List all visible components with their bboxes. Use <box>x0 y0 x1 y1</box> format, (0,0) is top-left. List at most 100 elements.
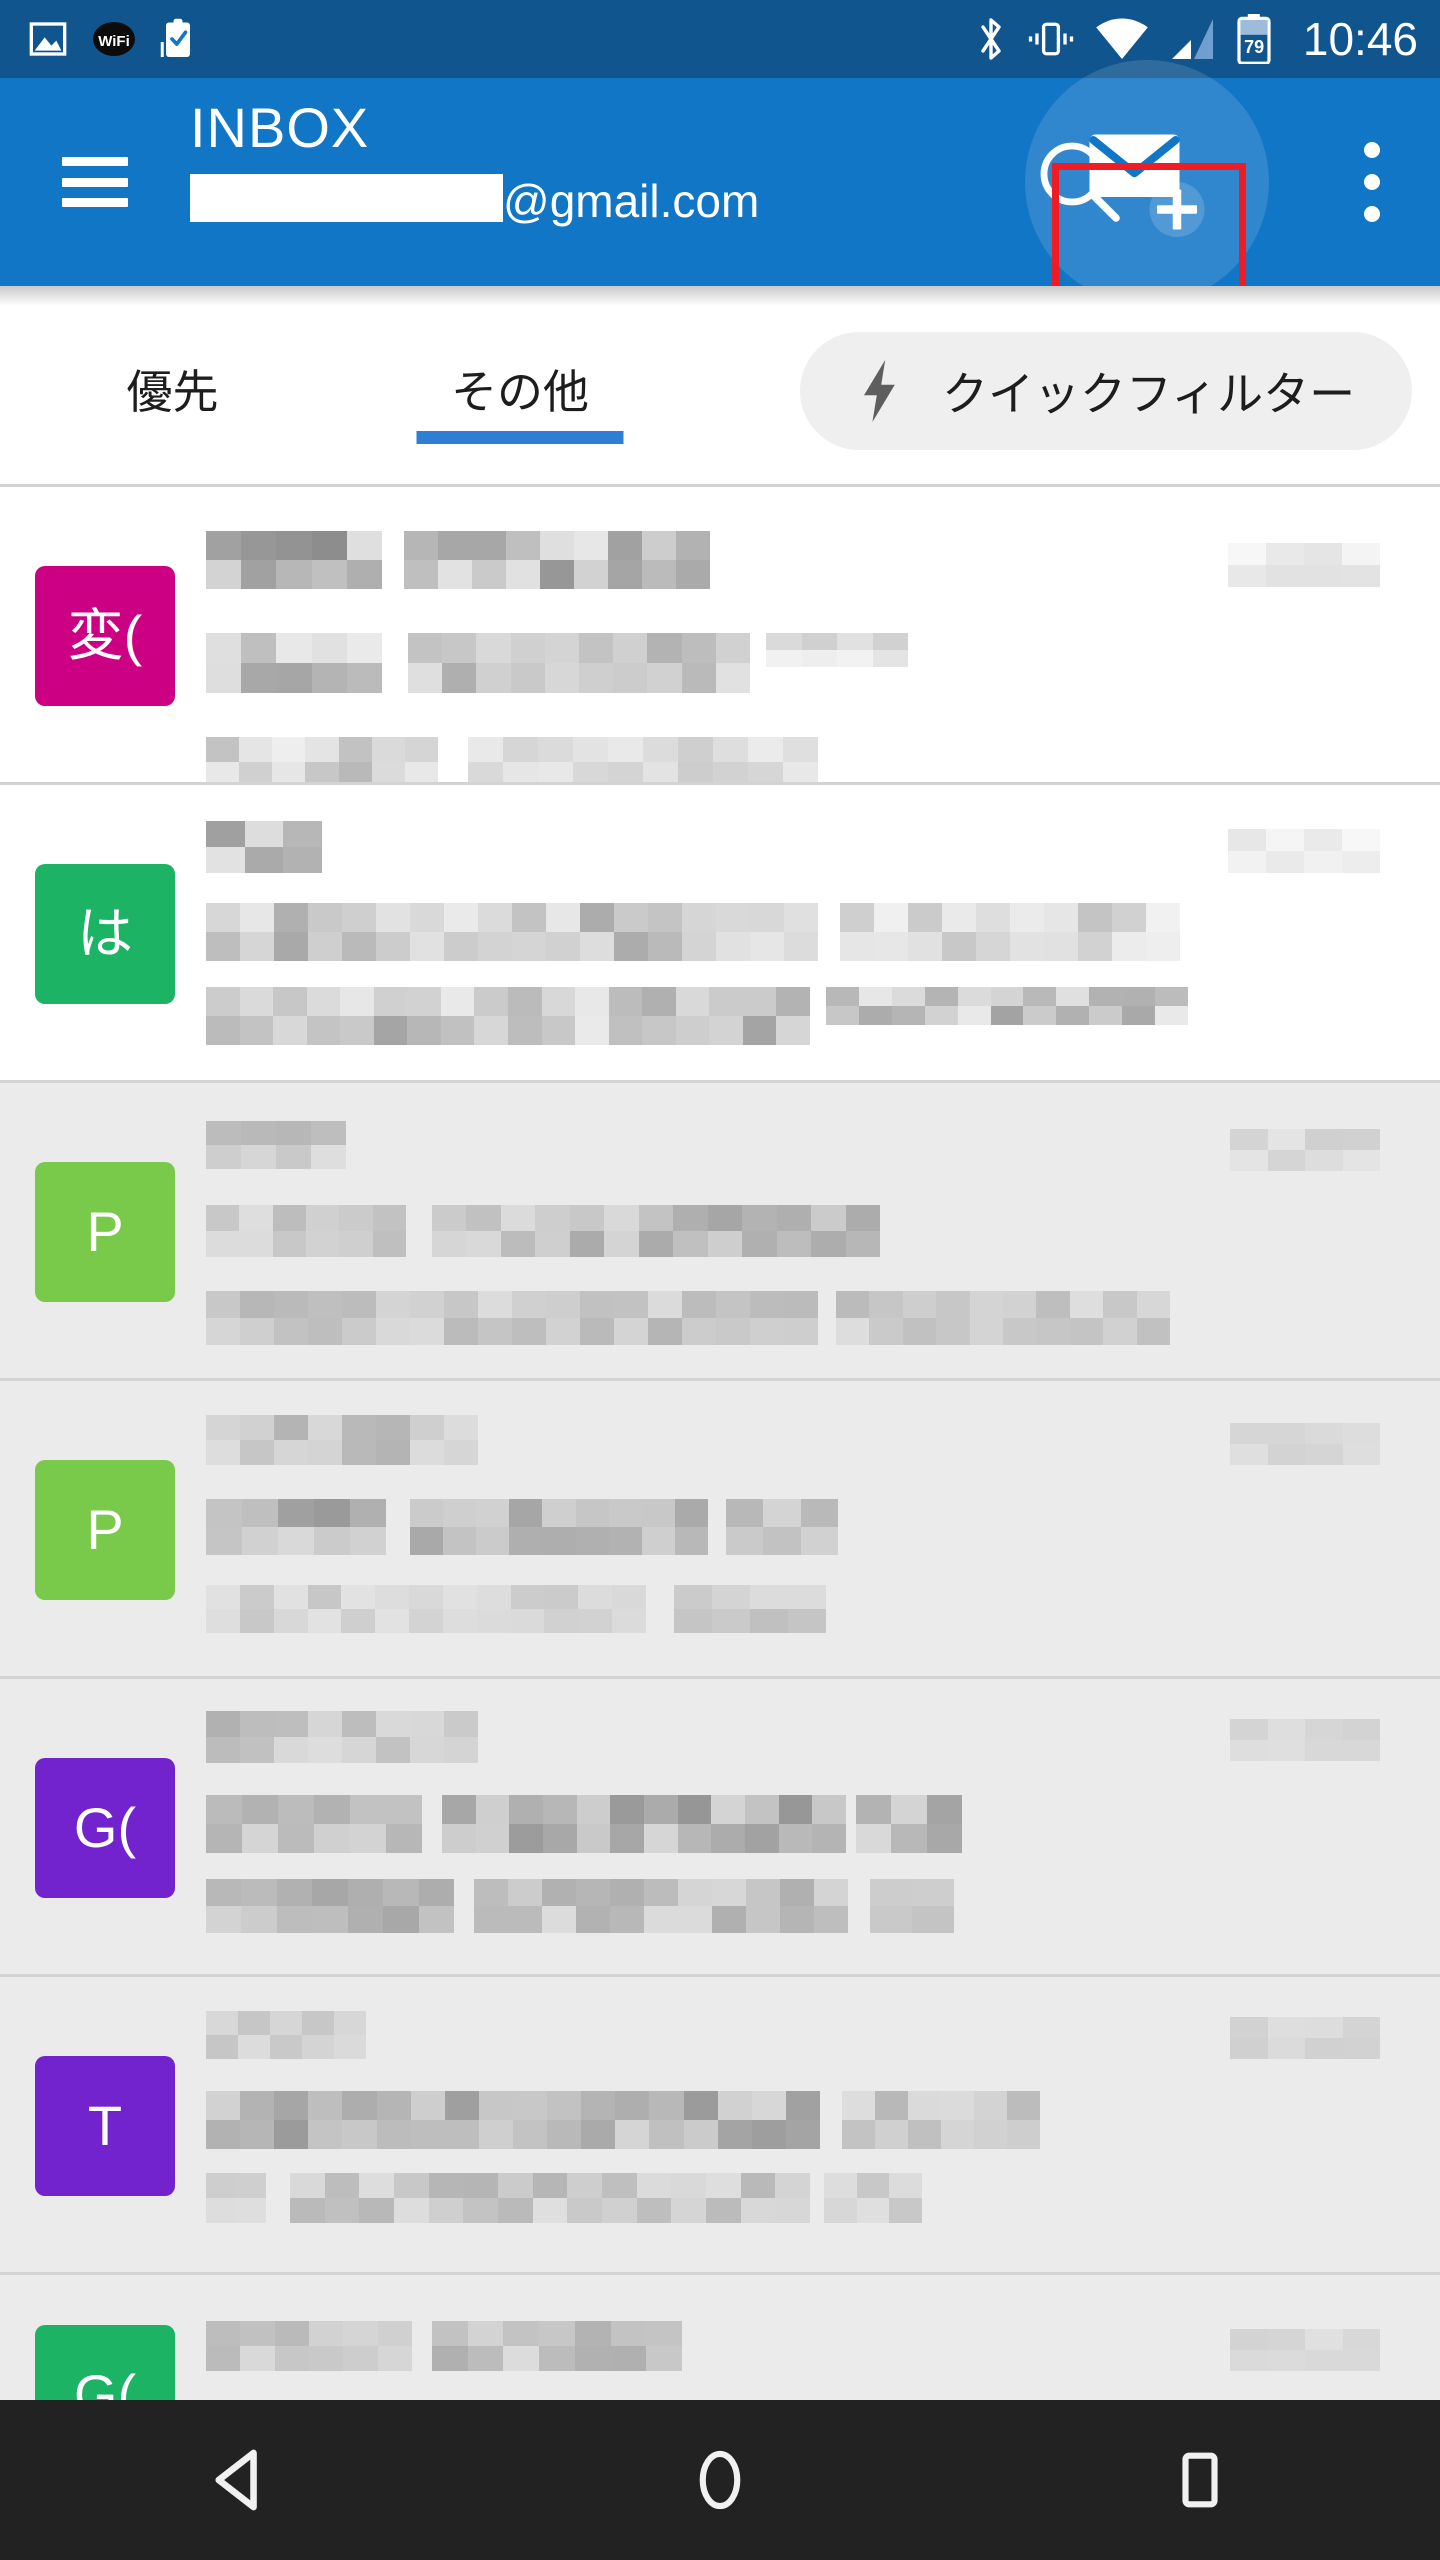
overflow-dot <box>1364 142 1380 158</box>
redacted-text-block <box>432 2321 682 2371</box>
android-navigation-bar <box>0 2400 1440 2560</box>
bluetooth-icon <box>981 18 1001 60</box>
redacted-text-block <box>726 1499 838 1555</box>
image-icon <box>29 22 67 56</box>
redacted-timestamp <box>1228 543 1380 587</box>
redacted-text-block <box>474 1879 848 1933</box>
app-bar: INBOX @gmail.com <box>0 60 1440 305</box>
redacted-text-block <box>206 1499 386 1555</box>
email-list-item[interactable]: P <box>0 1080 1440 1378</box>
back-button[interactable] <box>140 2400 340 2560</box>
compose-button[interactable] <box>1025 60 1269 304</box>
battery-level-text: 79 <box>1244 37 1264 57</box>
svg-text:WiFi: WiFi <box>98 33 130 50</box>
redacted-text-block <box>206 2321 412 2371</box>
tab-indicator <box>416 431 624 444</box>
tab-focused[interactable]: 優先 <box>0 286 345 484</box>
redacted-text-block <box>442 1795 846 1853</box>
redacted-timestamp <box>1230 1719 1380 1761</box>
avatar[interactable]: は <box>35 864 175 1004</box>
redacted-timestamp <box>1230 1423 1380 1465</box>
compose-mail-icon <box>1089 134 1205 237</box>
tab-focused-label: 優先 <box>126 366 219 418</box>
hamburger-line <box>62 157 128 166</box>
redacted-text-block <box>206 1121 346 1169</box>
avatar[interactable]: P <box>35 1162 175 1302</box>
redacted-text-block <box>206 903 818 961</box>
redacted-text-block <box>206 1205 406 1257</box>
battery-icon: 79 <box>1237 14 1271 64</box>
redacted-text-block <box>206 1415 478 1465</box>
status-bar-notification-icons: WiFi <box>28 18 196 60</box>
redacted-text-block <box>836 1291 1170 1345</box>
redacted-timestamp <box>1230 2329 1380 2371</box>
home-circle-icon <box>699 2450 741 2510</box>
redacted-text-block <box>206 1879 454 1933</box>
recents-square-icon <box>1182 2452 1218 2508</box>
account-domain-label: @gmail.com <box>503 175 760 227</box>
redacted-text-block <box>206 531 382 589</box>
redacted-timestamp <box>1230 2017 1380 2059</box>
tab-other-label: その他 <box>451 366 589 418</box>
redacted-timestamp <box>1230 1129 1380 1171</box>
email-list-item[interactable]: は <box>0 782 1440 1080</box>
account-local-part-redaction <box>190 174 503 222</box>
wifi-signal-icon <box>1096 18 1148 60</box>
avatar[interactable]: G( <box>35 1758 175 1898</box>
redacted-text-block <box>206 821 322 873</box>
redacted-text-block <box>410 1499 708 1555</box>
email-list-item[interactable]: G( <box>0 2272 1440 2400</box>
overflow-dot <box>1364 174 1380 190</box>
email-content <box>206 1083 1440 1378</box>
email-list-item[interactable]: G( <box>0 1676 1440 1974</box>
overflow-dot <box>1364 206 1380 222</box>
redacted-text-block <box>206 1585 646 1633</box>
status-bar-system-icons: 79 10:46 <box>975 14 1418 64</box>
redacted-text-block <box>766 633 908 667</box>
page-title: INBOX <box>190 96 370 159</box>
avatar[interactable]: P <box>35 1460 175 1600</box>
email-list-item[interactable]: 変( <box>0 484 1440 782</box>
redacted-text-block <box>826 987 1188 1025</box>
redacted-text-block <box>408 633 750 693</box>
app-bar-title-block: INBOX @gmail.com <box>190 96 760 227</box>
redacted-text-block <box>206 1711 478 1763</box>
bolt-icon <box>864 360 895 422</box>
email-list-item[interactable]: T <box>0 1974 1440 2272</box>
cell-signal-icon <box>1171 19 1213 59</box>
status-bar-clock: 10:46 <box>1302 13 1418 65</box>
avatar[interactable]: 変( <box>35 566 175 706</box>
phone-screen: WiFi 79 10:46 INBOX @gmail.com 優先 その他 クイ… <box>0 0 1440 2560</box>
redacted-text-block <box>206 2091 820 2149</box>
redacted-text-block <box>206 987 810 1045</box>
hamburger-menu-icon[interactable] <box>62 157 128 207</box>
redacted-text-block <box>824 2173 922 2223</box>
account-email[interactable]: @gmail.com <box>190 174 760 227</box>
avatar[interactable]: G( <box>35 2325 175 2400</box>
redacted-text-block <box>674 1585 826 1633</box>
vibrate-icon <box>1028 22 1074 56</box>
redacted-text-block <box>206 633 382 693</box>
quick-filter-button[interactable]: クイックフィルター <box>800 332 1412 450</box>
redacted-text-block <box>404 531 710 589</box>
email-list-item[interactable]: P <box>0 1378 1440 1676</box>
email-list[interactable]: 変( は P P G( T G( <box>0 484 1440 2400</box>
redacted-text-block <box>856 1795 962 1853</box>
home-button[interactable] <box>620 2400 820 2560</box>
avatar[interactable]: T <box>35 2056 175 2196</box>
redacted-text-block <box>206 2011 366 2059</box>
quick-filter-label: クイックフィルター <box>942 368 1356 420</box>
email-content <box>206 487 1440 782</box>
wifi-badge-icon: WiFi <box>93 22 135 56</box>
hamburger-line <box>62 177 128 187</box>
redacted-text-block <box>206 737 438 782</box>
redacted-text-block <box>290 2173 810 2223</box>
redacted-text-block <box>468 737 818 782</box>
redacted-text-block <box>206 1795 422 1853</box>
status-bar: WiFi 79 10:46 <box>0 0 1440 78</box>
redacted-text-block <box>432 1205 880 1257</box>
overflow-menu-button[interactable] <box>1332 122 1412 242</box>
recents-button[interactable] <box>1100 2400 1300 2560</box>
clipboard-check-icon <box>160 18 190 57</box>
tab-other[interactable]: その他 <box>345 286 695 484</box>
